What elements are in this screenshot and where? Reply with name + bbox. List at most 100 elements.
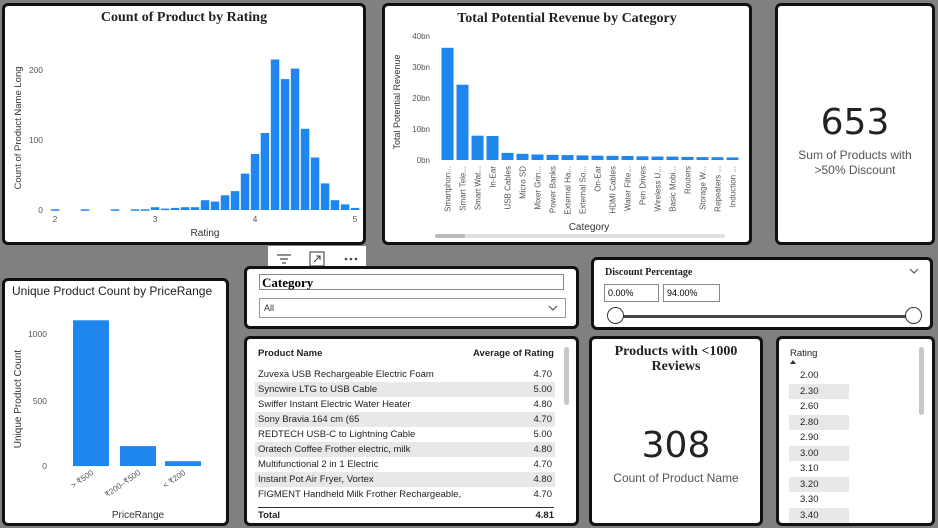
histogram-bar[interactable]	[150, 207, 160, 210]
histogram-bar[interactable]	[240, 173, 250, 210]
histogram-bar[interactable]	[200, 200, 210, 210]
discount-max-input[interactable]	[663, 284, 720, 302]
histogram-bar[interactable]	[320, 183, 330, 210]
rating-list-item[interactable]: 3.30	[789, 492, 849, 507]
scrollbar-thumb[interactable]	[435, 234, 465, 238]
histogram-bar[interactable]	[280, 79, 290, 210]
rating-list-header[interactable]: Rating	[790, 348, 817, 359]
price-range-bar[interactable]	[73, 320, 109, 467]
histogram-bar[interactable]	[130, 209, 140, 211]
table-row[interactable]: Swiffer Instant Electric Water Heater 4.8…	[255, 397, 555, 412]
discount-kpi-card[interactable]: 653 Sum of Products with >50% Discount	[775, 3, 935, 245]
histogram-bar[interactable]	[250, 154, 260, 210]
rating-list-item[interactable]: 3.00	[789, 445, 849, 461]
discount-max-handle[interactable]	[905, 307, 922, 324]
table-row[interactable]: Multifunctional 2 in 1 Electric 4.70	[255, 457, 555, 472]
histogram-bar[interactable]	[50, 209, 60, 211]
category-bar[interactable]	[531, 154, 544, 161]
product-name-cell: Multifunctional 2 in 1 Electric	[258, 459, 379, 470]
table-row[interactable]: Syncwire LTG to USB Cable 5.00	[255, 382, 555, 397]
price-range-bar[interactable]	[165, 461, 201, 466]
table-header: Product Name Average of Rating	[258, 348, 554, 362]
histogram-bar[interactable]	[140, 209, 150, 211]
rating-list-item[interactable]: 2.00	[789, 368, 849, 383]
category-bar[interactable]	[711, 157, 724, 160]
table-row[interactable]: Oratech Coffee Frother electric, milk 4.8…	[255, 442, 555, 457]
average-rating-cell: 5.00	[533, 429, 553, 440]
category-bar[interactable]	[651, 156, 664, 161]
histogram-bar[interactable]	[220, 195, 230, 210]
horizontal-scrollbar[interactable]	[435, 234, 725, 238]
category-dropdown[interactable]: All	[259, 298, 566, 318]
discount-min-input[interactable]	[604, 284, 659, 302]
category-bar[interactable]	[576, 155, 589, 160]
histogram-bar[interactable]	[190, 207, 200, 210]
rating-list-item[interactable]: 2.30	[789, 383, 849, 399]
category-bar[interactable]	[606, 155, 619, 160]
reviews-kpi-card[interactable]: Products with <1000 Reviews 308 Count of…	[589, 336, 763, 526]
rating-list-item[interactable]: 2.80	[789, 414, 849, 430]
rating-list-item[interactable]: 3.10	[789, 461, 849, 476]
category-bar[interactable]	[561, 155, 574, 160]
category-bar[interactable]	[636, 156, 649, 160]
histogram-bar[interactable]	[300, 128, 310, 210]
table-row[interactable]: Zuvexa USB Rechargeable Electric Foam 4.7…	[255, 367, 555, 382]
histogram-bar[interactable]	[330, 200, 340, 210]
rating-list-card[interactable]: Rating 2.00 2.30 2.60 2.80 2.90 3.00 3.10 3.20 3…	[776, 336, 935, 526]
rating-list-item[interactable]: 3.40	[789, 507, 849, 523]
category-tick-label: Smart Tele...	[459, 166, 468, 211]
category-bar[interactable]	[486, 136, 499, 160]
histogram-bar[interactable]	[230, 191, 240, 210]
table-row[interactable]: FIGMENT Handheld Milk Frother Rechargeab…	[255, 487, 555, 502]
category-bar[interactable]	[696, 157, 709, 160]
histogram-bar[interactable]	[310, 157, 320, 211]
category-bar[interactable]	[726, 157, 739, 160]
histogram-bar[interactable]	[290, 68, 300, 210]
discount-range-track[interactable]	[616, 315, 914, 318]
chevron-down-icon[interactable]	[908, 265, 920, 277]
category-tick-label: In-Ear	[489, 166, 498, 188]
category-bar[interactable]	[516, 153, 529, 160]
discount-min-handle[interactable]	[607, 307, 624, 324]
table-row[interactable]: REDTECH USB-C to Lightning Cable 5.00	[255, 427, 555, 442]
column-header-rating[interactable]: Average of Rating	[473, 348, 554, 359]
category-bar[interactable]	[471, 135, 484, 160]
histogram-bar[interactable]	[210, 201, 220, 210]
discount-slicer-card[interactable]: Discount Percentage	[591, 257, 933, 330]
sort-arrow-icon	[790, 360, 796, 364]
table-row[interactable]: Instant Pot Air Fryer, Vortex 4.80	[255, 472, 555, 487]
histogram-bar[interactable]	[350, 207, 360, 210]
histogram-bar[interactable]	[80, 209, 90, 211]
price-range-bar[interactable]	[120, 446, 156, 466]
category-bar[interactable]	[681, 156, 694, 160]
revenue-chart: Total Potential Revenue Category 0bn 10b…	[392, 32, 739, 238]
rating-list-item[interactable]: 2.60	[789, 399, 849, 414]
x-axis-title: Category	[569, 222, 610, 233]
revenue-by-category-card[interactable]: Total Potential Revenue by Category Tota…	[382, 3, 752, 245]
histogram-bar[interactable]	[260, 133, 270, 210]
category-bar[interactable]	[501, 152, 514, 160]
histogram-bar[interactable]	[270, 59, 280, 211]
category-tick-label: Mixer Grin...	[534, 166, 543, 210]
table-row[interactable]: Sony Bravia 164 cm (65 4.70	[255, 412, 555, 427]
histogram-bar[interactable]	[170, 207, 180, 210]
rating-list-scrollbar[interactable]	[919, 347, 924, 415]
category-bar[interactable]	[666, 156, 679, 160]
price-range-card[interactable]: Unique Product Count by PriceRange Uniqu…	[2, 278, 229, 526]
product-rating-table-card[interactable]: Product Name Average of Rating Zuvexa US…	[244, 336, 579, 526]
histogram-bar[interactable]	[110, 209, 120, 211]
rating-list-item[interactable]: 3.20	[789, 476, 849, 492]
category-bar[interactable]	[621, 156, 634, 160]
table-scrollbar[interactable]	[564, 347, 569, 405]
column-header-product[interactable]: Product Name	[258, 348, 322, 359]
histogram-bar[interactable]	[340, 204, 350, 210]
rating-histogram-card[interactable]: Count of Product by Rating Count of Prod…	[2, 3, 366, 245]
category-bar[interactable]	[591, 155, 604, 160]
histogram-bar[interactable]	[180, 207, 190, 210]
category-bar[interactable]	[441, 47, 454, 160]
category-bar[interactable]	[456, 84, 469, 160]
rating-list-item[interactable]: 2.90	[789, 430, 849, 445]
histogram-bar[interactable]	[160, 208, 170, 211]
category-bar[interactable]	[546, 154, 559, 160]
category-slicer-card[interactable]: Category All	[244, 266, 579, 329]
